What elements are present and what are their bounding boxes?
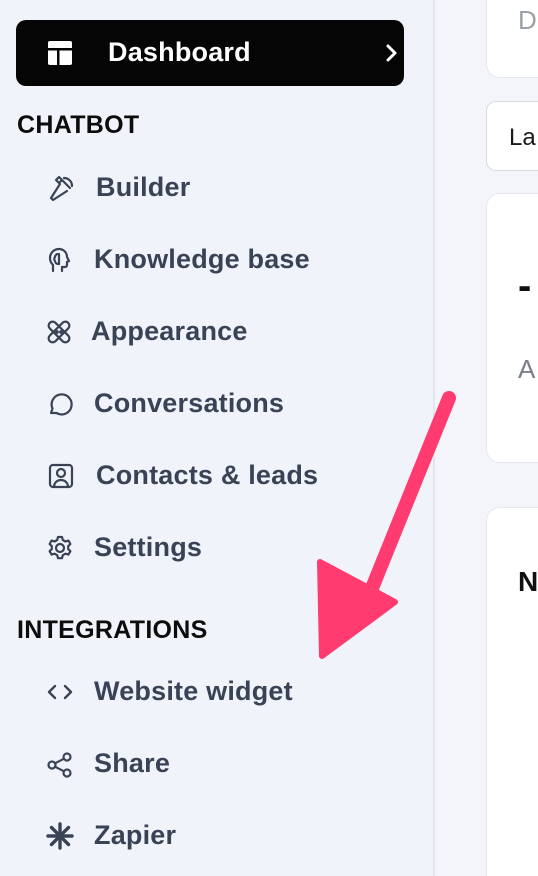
code-brackets-icon xyxy=(46,678,74,706)
app-screen: Dashboard CHATBOT Builder Knowledge base… xyxy=(0,0,538,876)
chat-bubble-icon xyxy=(46,391,74,419)
sidebar-item-label: Share xyxy=(94,748,171,778)
sidebar-item-label: Appearance xyxy=(91,316,248,346)
chevron-right-icon xyxy=(382,42,402,64)
top-card-text: D xyxy=(518,5,537,35)
hammer-icon xyxy=(48,174,76,202)
contact-card-icon xyxy=(47,462,75,490)
date-range-select[interactable]: La xyxy=(486,101,538,171)
stat-card-label: A xyxy=(518,354,536,384)
sidebar-item-label: Conversations xyxy=(94,388,285,418)
section-title-chatbot: CHATBOT xyxy=(17,111,140,139)
sidebar-item-label: Settings xyxy=(94,532,203,562)
sidebar-item-knowledge-base[interactable]: Knowledge base xyxy=(0,230,420,290)
sidebar-item-conversations[interactable]: Conversations xyxy=(0,374,420,434)
sidebar-item-zapier[interactable]: Zapier xyxy=(0,806,420,866)
section-title-integrations: INTEGRATIONS xyxy=(17,616,208,644)
sidebar-item-label: Dashboard xyxy=(108,37,251,67)
date-range-select-value: La xyxy=(509,124,536,151)
panel-title: N xyxy=(518,566,538,597)
sidebar-item-builder[interactable]: Builder xyxy=(0,158,420,218)
sidebar: Dashboard CHATBOT Builder Knowledge base… xyxy=(0,0,435,876)
top-card: D xyxy=(486,0,538,78)
sidebar-item-appearance[interactable]: Appearance xyxy=(0,302,420,362)
stat-card-value: - xyxy=(518,264,532,308)
gear-icon xyxy=(46,534,74,562)
sidebar-item-label: Zapier xyxy=(94,820,177,850)
sidebar-item-label: Builder xyxy=(96,172,191,202)
bandage-icon xyxy=(45,318,73,346)
sidebar-item-contacts-leads[interactable]: Contacts & leads xyxy=(0,446,420,506)
stat-card: - A xyxy=(486,193,538,463)
zapier-asterisk-icon xyxy=(46,822,74,850)
sidebar-item-label: Contacts & leads xyxy=(96,460,319,490)
sidebar-item-website-widget[interactable]: Website widget xyxy=(0,662,420,722)
panel-card: N xyxy=(486,507,538,876)
sidebar-item-label: Website widget xyxy=(94,676,293,706)
sidebar-item-label: Knowledge base xyxy=(94,244,310,274)
sidebar-item-dashboard[interactable]: Dashboard xyxy=(16,20,404,86)
main-content: D La - A N xyxy=(437,0,538,876)
brain-head-icon xyxy=(46,246,74,274)
share-icon xyxy=(46,751,74,779)
sidebar-item-settings[interactable]: Settings xyxy=(0,518,420,578)
sidebar-item-share[interactable]: Share xyxy=(0,734,420,794)
dashboard-layout-icon xyxy=(46,39,74,67)
